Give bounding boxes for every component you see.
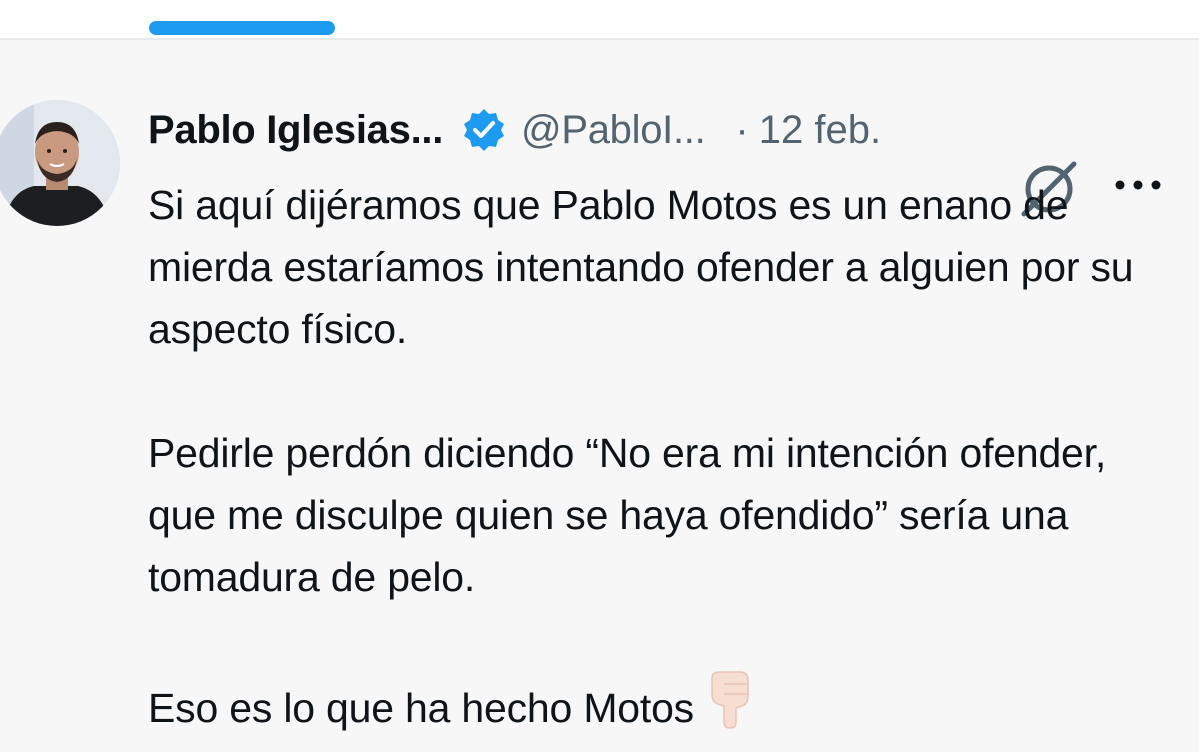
avatar[interactable] (0, 100, 120, 226)
tweet-card[interactable]: Pablo Iglesias... @PabloI... · 12 feb. S… (0, 56, 1199, 752)
tweet-paragraph: Si aquí dijéramos que Pablo Motos es un … (148, 182, 1134, 352)
pointing-down-emoji-icon (706, 670, 754, 730)
top-tab-bar (0, 0, 1199, 38)
active-tab-indicator (149, 21, 335, 35)
tweet-date[interactable]: 12 feb. (759, 108, 881, 153)
tweet-header: Pablo Iglesias... @PabloI... · 12 feb. (148, 102, 881, 158)
tweet-paragraph-last: Eso es lo que ha hecho Motos (148, 670, 1178, 739)
author-handle[interactable]: @PabloI... (521, 108, 706, 153)
tweet-paragraph: Pedirle perdón diciendo “No era mi inten… (148, 430, 1107, 600)
author-display-name[interactable]: Pablo Iglesias... (148, 108, 443, 153)
verified-badge-icon[interactable] (461, 107, 507, 153)
separator-dot: · (735, 107, 749, 152)
tweet-text: Si aquí dijéramos que Pablo Motos es un … (148, 174, 1178, 739)
tweet-paragraph: Eso es lo que ha hecho Motos (148, 685, 694, 731)
header-divider (0, 38, 1199, 40)
